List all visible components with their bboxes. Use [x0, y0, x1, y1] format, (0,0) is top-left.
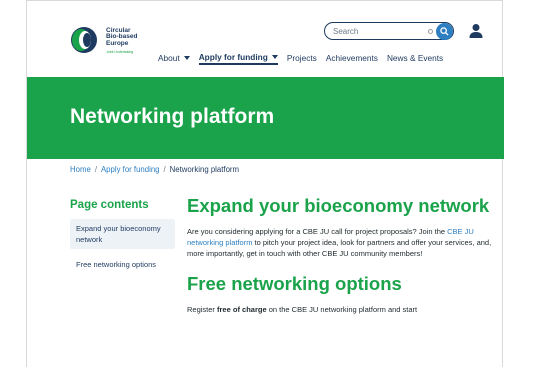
sidebar-item-expand-network[interactable]: Expand your bioeconomy network	[70, 219, 175, 249]
breadcrumb: Home / Apply for funding / Networking pl…	[70, 165, 239, 174]
search-button[interactable]	[436, 23, 453, 40]
breadcrumb-current: Networking platform	[169, 165, 240, 174]
section-heading-free: Free networking options	[187, 272, 402, 294]
section-paragraph-free: Register free of charge on the CBE JU ne…	[187, 304, 492, 315]
section-paragraph-expand: Are you considering applying for a CBE J…	[187, 226, 492, 260]
paragraph-text: Are you considering applying for a CBE J…	[187, 227, 448, 236]
nav-projects[interactable]: Projects	[287, 53, 317, 63]
nav-about-label: About	[158, 53, 180, 63]
paragraph-text: Register	[187, 304, 218, 314]
nav-news-events[interactable]: News & Events	[387, 53, 443, 63]
section-heading-expand: Expand your bioeconomy network	[187, 195, 490, 216]
paragraph-text: and start	[385, 304, 418, 314]
logo-icon[interactable]	[69, 25, 99, 55]
breadcrumb-separator: /	[94, 165, 97, 174]
page-frame: Circular Bio-based Europe Joint Undertak…	[26, 0, 504, 367]
nav-about[interactable]: About	[158, 53, 190, 63]
nav-achievements-label: Achievements	[325, 53, 378, 63]
paragraph-text: on the	[266, 304, 292, 314]
main-content: Expand your bioeconomy network Are you c…	[187, 196, 492, 315]
hero-banner: Networking platform	[27, 77, 504, 159]
nav-apply-for-funding[interactable]: Apply for funding	[198, 51, 278, 65]
breadcrumb-separator: /	[163, 165, 166, 174]
search-box	[324, 22, 454, 40]
main-nav: About Apply for funding Projects Achieve…	[158, 51, 452, 65]
breadcrumb-apply[interactable]: Apply for funding	[101, 165, 160, 174]
nav-projects-label: Projects	[286, 53, 317, 63]
nav-apply-label: Apply for funding	[198, 51, 268, 62]
search-icon	[440, 27, 449, 36]
nav-achievements[interactable]: Achievements	[326, 53, 378, 63]
search-input[interactable]	[333, 25, 423, 37]
sidebar-item-free-networking[interactable]: Free networking options	[70, 255, 175, 274]
site-header: Circular Bio-based Europe Joint Undertak…	[27, 1, 504, 75]
logo-text[interactable]: Circular Bio-based Europe	[106, 27, 137, 47]
clear-search-icon[interactable]	[428, 29, 433, 34]
user-icon[interactable]	[469, 23, 483, 39]
paragraph-bold: free of charge	[217, 304, 267, 314]
logo-subline: Joint Undertaking	[106, 50, 134, 54]
sidebar-title: Page contents	[70, 199, 149, 211]
page-contents-sidebar: Page contents Expand your bioeconomy net…	[70, 199, 180, 274]
page-title: Networking platform	[70, 105, 275, 128]
logo-line-3: Europe	[106, 39, 129, 47]
chevron-down-icon	[271, 54, 278, 59]
networking-platform-link[interactable]: CBE JU networking platform	[292, 305, 386, 314]
nav-news-label: News & Events	[386, 53, 444, 63]
chevron-down-icon	[183, 56, 190, 60]
breadcrumb-home[interactable]: Home	[70, 165, 91, 174]
